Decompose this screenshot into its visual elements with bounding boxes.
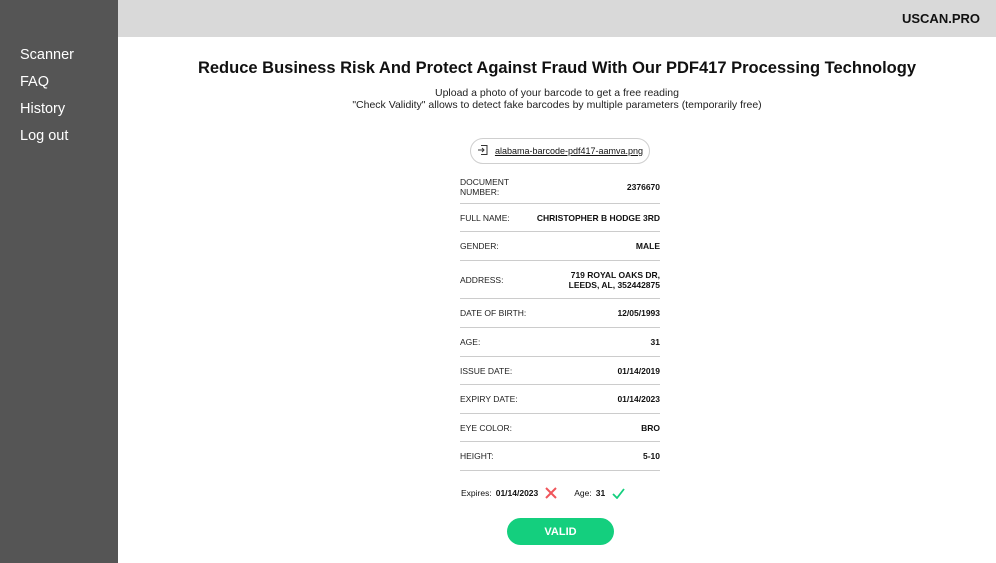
field-value: 12/05/1993: [617, 308, 660, 318]
table-row: DOCUMENT NUMBER: 2376670: [460, 170, 660, 204]
age-value: 31: [595, 488, 606, 498]
table-row: EYE COLOR: BRO: [460, 414, 660, 442]
sidebar-item-scanner[interactable]: Scanner: [20, 47, 74, 63]
top-bar: USCAN.PRO: [118, 0, 996, 37]
table-row: ISSUE DATE: 01/14/2019: [460, 357, 660, 385]
sidebar: Scanner FAQ History Log out: [0, 0, 118, 563]
brand-logo[interactable]: USCAN.PRO: [902, 11, 980, 26]
field-label: DATE OF BIRTH:: [460, 308, 527, 318]
subtitle-line-1: Upload a photo of your barcode to get a …: [434, 87, 679, 99]
table-row: EXPIRY DATE: 01/14/2023: [460, 385, 660, 414]
expires-value: 01/14/2023: [495, 488, 539, 498]
cross-icon: [545, 487, 557, 499]
field-label: EYE COLOR:: [460, 422, 512, 433]
field-label: HEIGHT:: [460, 451, 494, 461]
table-row: DATE OF BIRTH: 12/05/1993: [460, 299, 660, 328]
page-title: Reduce Business Risk And Protect Against…: [197, 59, 917, 77]
field-value: BRO: [641, 422, 660, 433]
valid-button[interactable]: VALID: [507, 518, 614, 545]
field-value: 2376670: [626, 181, 660, 192]
table-row: ADDRESS: 719 ROYAL OAKS DR, LEEDS, AL, 3…: [460, 261, 660, 299]
table-row: AGE: 31: [460, 328, 660, 357]
table-row: HEIGHT: 5-10: [460, 442, 660, 471]
field-label: EXPIRY DATE:: [460, 394, 518, 404]
field-value: 719 ROYAL OAKS DR, LEEDS, AL, 352442875: [568, 269, 660, 290]
field-value: MALE: [635, 241, 660, 251]
expires-label: Expires:: [461, 488, 492, 498]
file-name-link[interactable]: alabama-barcode-pdf417-aamva.png: [495, 146, 643, 156]
field-value: 01/14/2023: [617, 394, 660, 404]
file-upload-button[interactable]: alabama-barcode-pdf417-aamva.png: [470, 138, 650, 164]
field-value: 01/14/2019: [617, 365, 660, 376]
table-row: GENDER: MALE: [460, 232, 660, 261]
field-label: ADDRESS:: [460, 274, 504, 285]
sidebar-item-history[interactable]: History: [20, 101, 65, 117]
field-label: FULL NAME:: [460, 212, 510, 223]
field-label: GENDER:: [460, 241, 499, 251]
sidebar-item-faq[interactable]: FAQ: [20, 74, 49, 90]
age-label: Age:: [574, 488, 592, 498]
validity-checks: Expires: 01/14/2023 Age: 31: [461, 487, 625, 499]
check-icon: [612, 487, 625, 499]
field-value: 31: [650, 337, 660, 347]
field-label: DOCUMENT NUMBER:: [460, 176, 509, 197]
table-row: FULL NAME: CHRISTOPHER B HODGE 3RD: [460, 204, 660, 232]
file-import-icon: [477, 144, 489, 158]
field-value: CHRISTOPHER B HODGE 3RD: [536, 212, 660, 223]
field-label: ISSUE DATE:: [460, 365, 513, 376]
sidebar-item-logout[interactable]: Log out: [20, 128, 68, 144]
result-table: DOCUMENT NUMBER: 2376670 FULL NAME: CHRI…: [460, 170, 660, 471]
field-label: AGE:: [460, 337, 481, 347]
field-value: 5-10: [642, 451, 660, 461]
subtitle-line-2: "Check Validity" allows to detect fake b…: [352, 99, 762, 111]
